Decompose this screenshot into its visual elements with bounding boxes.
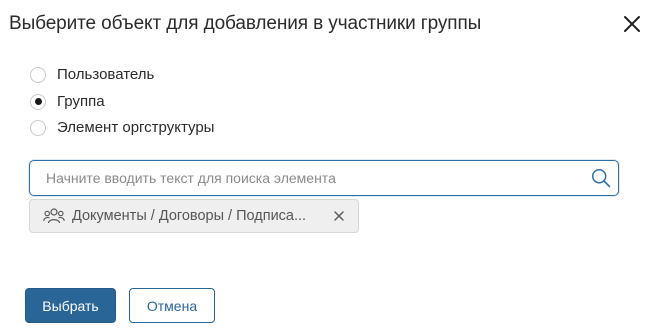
cancel-button[interactable]: Отмена xyxy=(129,288,215,323)
close-button[interactable] xyxy=(620,12,644,36)
close-icon xyxy=(624,16,640,32)
selected-item-chip: Документы / Договоры / Подписа... xyxy=(29,199,359,233)
search-input[interactable] xyxy=(30,161,585,195)
group-icon xyxy=(43,208,65,224)
radio-org-element[interactable] xyxy=(30,120,46,137)
radio-user[interactable] xyxy=(30,67,46,84)
radio-label-user: Пользователь xyxy=(57,66,155,84)
radio-option-org-element[interactable]: Элемент оргструктуры xyxy=(30,115,214,142)
radio-label-group: Группа xyxy=(57,92,105,110)
confirm-button[interactable]: Выбрать xyxy=(25,288,116,323)
radio-option-user[interactable]: Пользователь xyxy=(30,62,214,89)
dialog-title: Выберите объект для добавления в участни… xyxy=(9,13,482,34)
remove-icon[interactable] xyxy=(333,210,345,222)
search-field[interactable] xyxy=(29,160,619,196)
chip-label: Документы / Договоры / Подписа... xyxy=(72,208,307,224)
add-members-dialog: Выберите объект для добавления в участни… xyxy=(0,0,650,330)
radio-label-org-element: Элемент оргструктуры xyxy=(57,119,215,137)
radio-option-group[interactable]: Группа xyxy=(30,89,214,116)
search-icon[interactable] xyxy=(591,168,611,188)
object-type-radio-group: Пользователь Группа Элемент оргструктуры xyxy=(30,62,214,142)
radio-group-selected[interactable] xyxy=(30,93,46,110)
